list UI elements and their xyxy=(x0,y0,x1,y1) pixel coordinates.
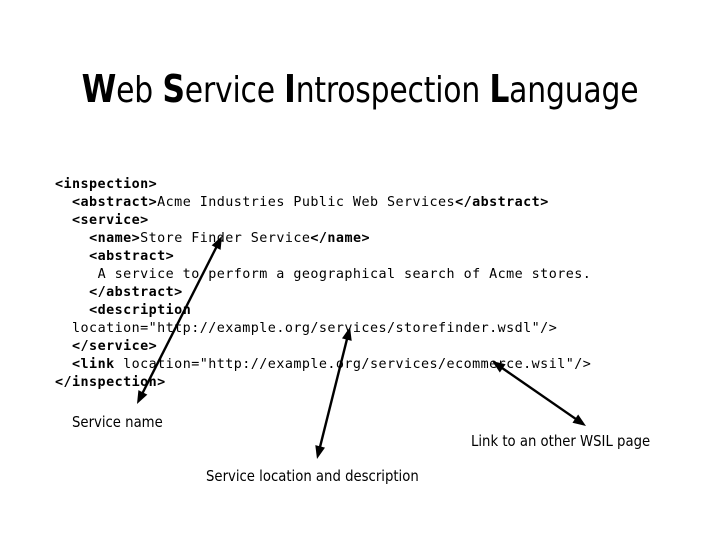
xml-tag: </service> xyxy=(72,339,158,355)
callout-label-link-wsil: Link to an other WSIL page xyxy=(471,432,651,450)
xml-tag: <service> xyxy=(72,213,149,229)
xml-text: location="http://example.org/services/st… xyxy=(72,321,558,337)
xml-text: A service to perform a geographical sear… xyxy=(97,267,592,283)
title-acronym-letter: L xyxy=(489,67,510,112)
xml-tag: </name> xyxy=(310,231,370,247)
xml-tag: <abstract> xyxy=(89,249,175,265)
xml-tag: <link xyxy=(72,357,115,373)
title-acronym-letter: I xyxy=(284,67,296,112)
page-title: Web Service Introspection Language xyxy=(29,68,691,112)
code-line: <description xyxy=(55,302,591,320)
xml-tag: <abstract> xyxy=(72,195,158,211)
arrow-link-wsil-head xyxy=(572,414,586,426)
code-line: <abstract> xyxy=(55,248,591,266)
title-acronym-letter: S xyxy=(162,67,185,112)
callout-label-service-name: Service name xyxy=(72,413,163,431)
xml-tag: </inspection> xyxy=(55,375,166,391)
xml-text: location="http://example.org/services/ec… xyxy=(114,357,592,373)
xml-tag: <inspection> xyxy=(55,177,158,193)
code-line: <name>Store Finder Service</name> xyxy=(55,230,591,248)
code-line: <abstract>Acme Industries Public Web Ser… xyxy=(55,194,591,212)
callout-label-service-location: Service location and description xyxy=(206,467,419,485)
code-line: <link location="http://example.org/servi… xyxy=(55,356,591,374)
title-acronym-letter: W xyxy=(81,67,117,112)
code-line: A service to perform a geographical sear… xyxy=(55,266,591,284)
slide: Web Service Introspection Language <insp… xyxy=(0,0,720,540)
code-line: <inspection> xyxy=(55,176,591,194)
xml-tag: </abstract> xyxy=(89,285,183,301)
code-line: </abstract> xyxy=(55,284,591,302)
title-word-remainder: ervice xyxy=(184,70,285,112)
code-line: </inspection> xyxy=(55,374,591,392)
title-word-remainder: eb xyxy=(116,70,163,112)
xml-code-block: <inspection> <abstract>Acme Industries P… xyxy=(55,176,591,392)
xml-tag: </abstract> xyxy=(455,195,549,211)
xml-tag: <name> xyxy=(89,231,141,247)
title-word-remainder: ntrospection xyxy=(295,70,490,112)
code-line: </service> xyxy=(55,338,591,356)
arrow-service-location-head xyxy=(315,445,326,459)
code-line: <service> xyxy=(55,212,591,230)
code-line: location="http://example.org/services/st… xyxy=(55,320,591,338)
xml-text: Store Finder Service xyxy=(140,231,311,247)
xml-tag: <description xyxy=(89,303,192,319)
xml-text: Acme Industries Public Web Services xyxy=(157,195,456,211)
title-word-remainder: anguage xyxy=(509,70,639,112)
